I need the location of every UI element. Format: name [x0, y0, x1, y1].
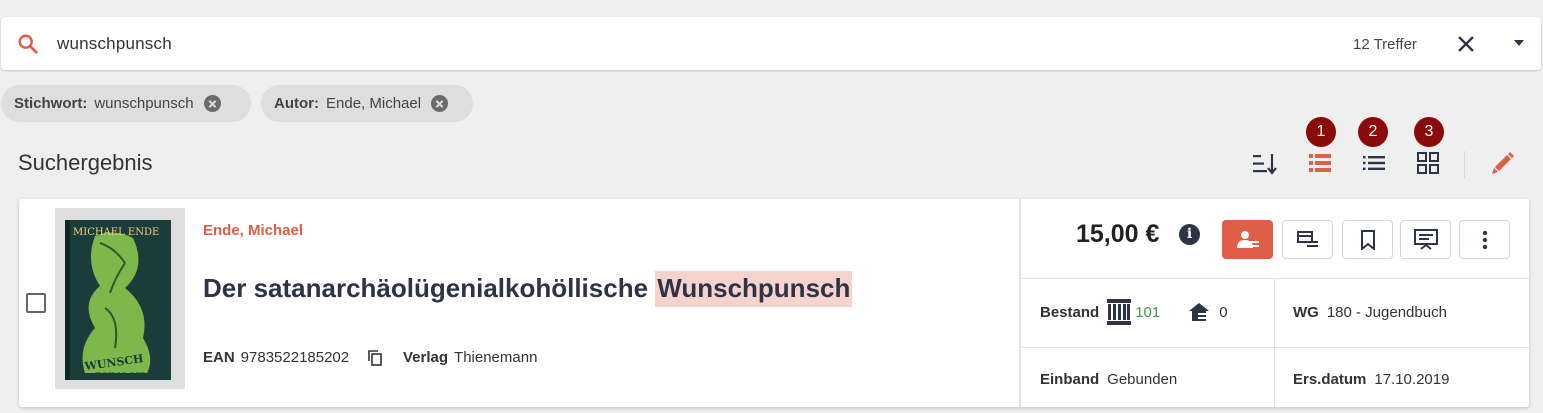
svg-text:PUNSCH: PUNSCH — [95, 372, 145, 383]
table-view-icon[interactable] — [1309, 154, 1331, 172]
date-field: Ers.datum 17.10.2019 — [1293, 367, 1449, 391]
publisher-value: Thienemann — [454, 349, 538, 366]
chevron-down-icon[interactable] — [1512, 38, 1526, 48]
grid-view-icon[interactable] — [1417, 152, 1439, 174]
more-button[interactable] — [1459, 220, 1510, 259]
edit-icon[interactable] — [1489, 150, 1515, 176]
pickup-button[interactable] — [1400, 220, 1451, 259]
ean-field: EAN 9783522185202 — [203, 349, 349, 366]
book-title-text: Der satanarchäolügenialkohöllische — [203, 273, 649, 303]
pickup-icon — [1413, 228, 1438, 250]
list-view-icon[interactable] — [1363, 156, 1385, 170]
publisher-label: Verlag — [403, 349, 449, 366]
details-separator — [1021, 347, 1529, 348]
bookmark-button[interactable] — [1342, 220, 1393, 259]
more-vertical-icon — [1482, 230, 1487, 249]
remove-filter-icon[interactable] — [431, 95, 449, 112]
bookmark-icon — [1360, 229, 1375, 250]
order-customer-button[interactable] — [1222, 220, 1273, 259]
stock-home-value: 0 — [1219, 303, 1228, 321]
result-card: MICHAEL ENDE WUNSCH PUNSCH Ende, Michael… — [19, 199, 1529, 407]
filter-chip-keyword: Stichwort: wunschpunsch — [1, 85, 251, 122]
card-divider — [1019, 199, 1021, 407]
book-title[interactable]: Der satanarchäolügenialkohöllische Wunsc… — [203, 271, 853, 307]
cart-icon — [1296, 230, 1318, 247]
ean-label: EAN — [203, 349, 235, 366]
search-icon — [18, 34, 38, 54]
cart-button[interactable] — [1282, 220, 1333, 259]
toolbar-divider — [1464, 151, 1465, 178]
order-customer-icon — [1236, 230, 1259, 248]
stock-field: Bestand 101 0 — [1040, 299, 1228, 325]
filter-chip-label: Autor: — [274, 95, 319, 112]
home-stock-icon — [1189, 303, 1210, 321]
filter-chip-label: Stichwort: — [14, 95, 88, 112]
annotation-badge-1: 1 — [1306, 117, 1336, 147]
wg-value: 180 - Jugendbuch — [1326, 303, 1447, 321]
binding-value: Gebunden — [1107, 370, 1178, 388]
binding-field: Einband Gebunden — [1040, 367, 1177, 391]
details-separator — [1274, 278, 1275, 407]
wg-field: WG 180 - Jugendbuch — [1293, 299, 1447, 325]
stock-label: Bestand — [1040, 303, 1100, 321]
date-label: Ers.datum — [1293, 370, 1367, 388]
stock-libri-value: 101 — [1135, 303, 1161, 321]
binding-label: Einband — [1040, 370, 1100, 388]
filter-chip-value: wunschpunsch — [94, 95, 194, 112]
remove-filter-icon[interactable] — [203, 95, 221, 112]
book-title-highlight: Wunschpunsch — [655, 271, 853, 307]
publisher-field: Verlag Thienemann — [403, 349, 537, 366]
wg-label: WG — [1293, 303, 1319, 321]
sort-icon[interactable] — [1252, 152, 1278, 176]
details-separator — [1021, 278, 1529, 279]
price: 15,00 € — [1076, 220, 1160, 248]
copy-icon[interactable] — [368, 350, 382, 366]
search-bar[interactable]: wunschpunsch 12 Treffer — [1, 17, 1541, 70]
select-checkbox[interactable] — [26, 293, 46, 313]
filter-chip-value: Ende, Michael — [326, 95, 422, 112]
filter-chip-author: Autor: Ende, Michael — [261, 85, 473, 122]
hit-count: 12 Treffer — [1353, 36, 1417, 53]
page-title: Suchergebnis — [18, 150, 153, 175]
book-cover-image[interactable]: MICHAEL ENDE WUNSCH PUNSCH — [55, 208, 185, 389]
annotation-badge-2: 2 — [1358, 117, 1388, 147]
annotation-badge-3: 3 — [1414, 117, 1444, 147]
search-input[interactable]: wunschpunsch — [57, 34, 172, 54]
cover-author-text: MICHAEL ENDE — [73, 227, 159, 238]
info-icon[interactable]: i — [1179, 224, 1200, 245]
author-link[interactable]: Ende, Michael — [203, 222, 303, 239]
libri-icon — [1107, 299, 1132, 325]
close-icon[interactable] — [1454, 32, 1478, 56]
ean-value: 9783522185202 — [240, 349, 350, 366]
date-value: 17.10.2019 — [1374, 370, 1450, 388]
